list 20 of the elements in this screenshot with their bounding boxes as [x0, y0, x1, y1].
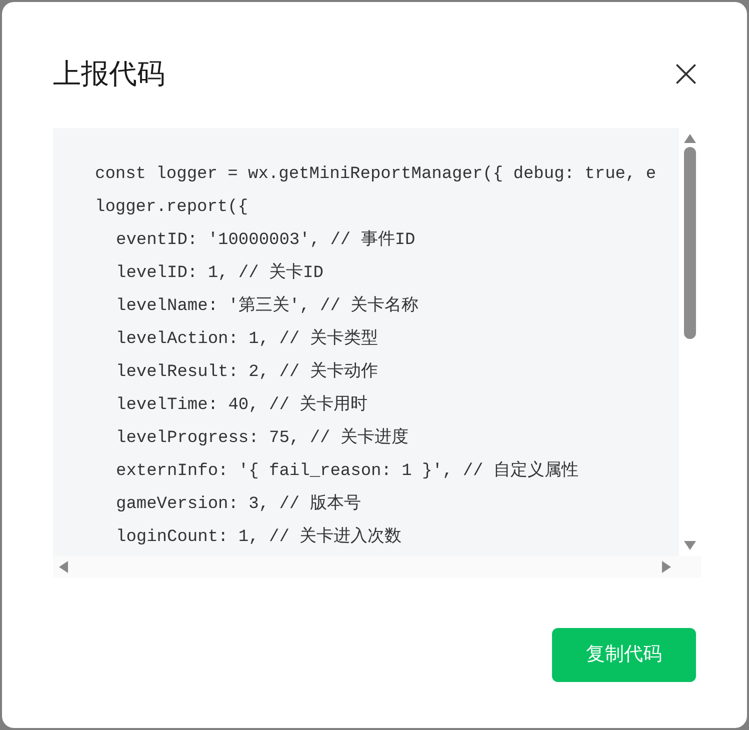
code-line: levelAction: 1, // 关卡类型: [116, 328, 378, 351]
copy-code-button[interactable]: 复制代码: [552, 628, 696, 682]
scroll-right-icon[interactable]: [662, 561, 671, 573]
code-line: const logger = wx.getMiniReportManager({ debug: true, e: [95, 164, 656, 186]
code-line: loginCount: 1, // 关卡进入次数: [116, 526, 402, 549]
code-line: logger.report({: [95, 197, 248, 219]
code-line: levelResult: 2, // 关卡动作: [116, 360, 378, 384]
code-line: levelID: 1, // 关卡ID: [116, 262, 324, 285]
code-line: levelName: '第三关', // 关卡名称: [116, 294, 419, 318]
scroll-down-icon[interactable]: [684, 541, 696, 550]
scrollbar-thumb[interactable]: [684, 147, 696, 339]
code-line: eventID: '10000003', // 事件ID: [116, 229, 416, 252]
dialog-title: 上报代码: [53, 57, 165, 91]
code-line: gameVersion: 3, // 版本号: [116, 493, 361, 516]
scroll-up-icon[interactable]: [684, 134, 696, 143]
code-line: externInfo: '{ fail_reason: 1 }', // 自定义属性: [116, 460, 578, 483]
horizontal-scrollbar[interactable]: [53, 556, 701, 578]
scroll-left-icon[interactable]: [59, 561, 68, 573]
code-line: levelTime: 40, // 关卡用时: [116, 394, 368, 417]
code-line: levelProgress: 75, // 关卡进度: [116, 426, 408, 450]
